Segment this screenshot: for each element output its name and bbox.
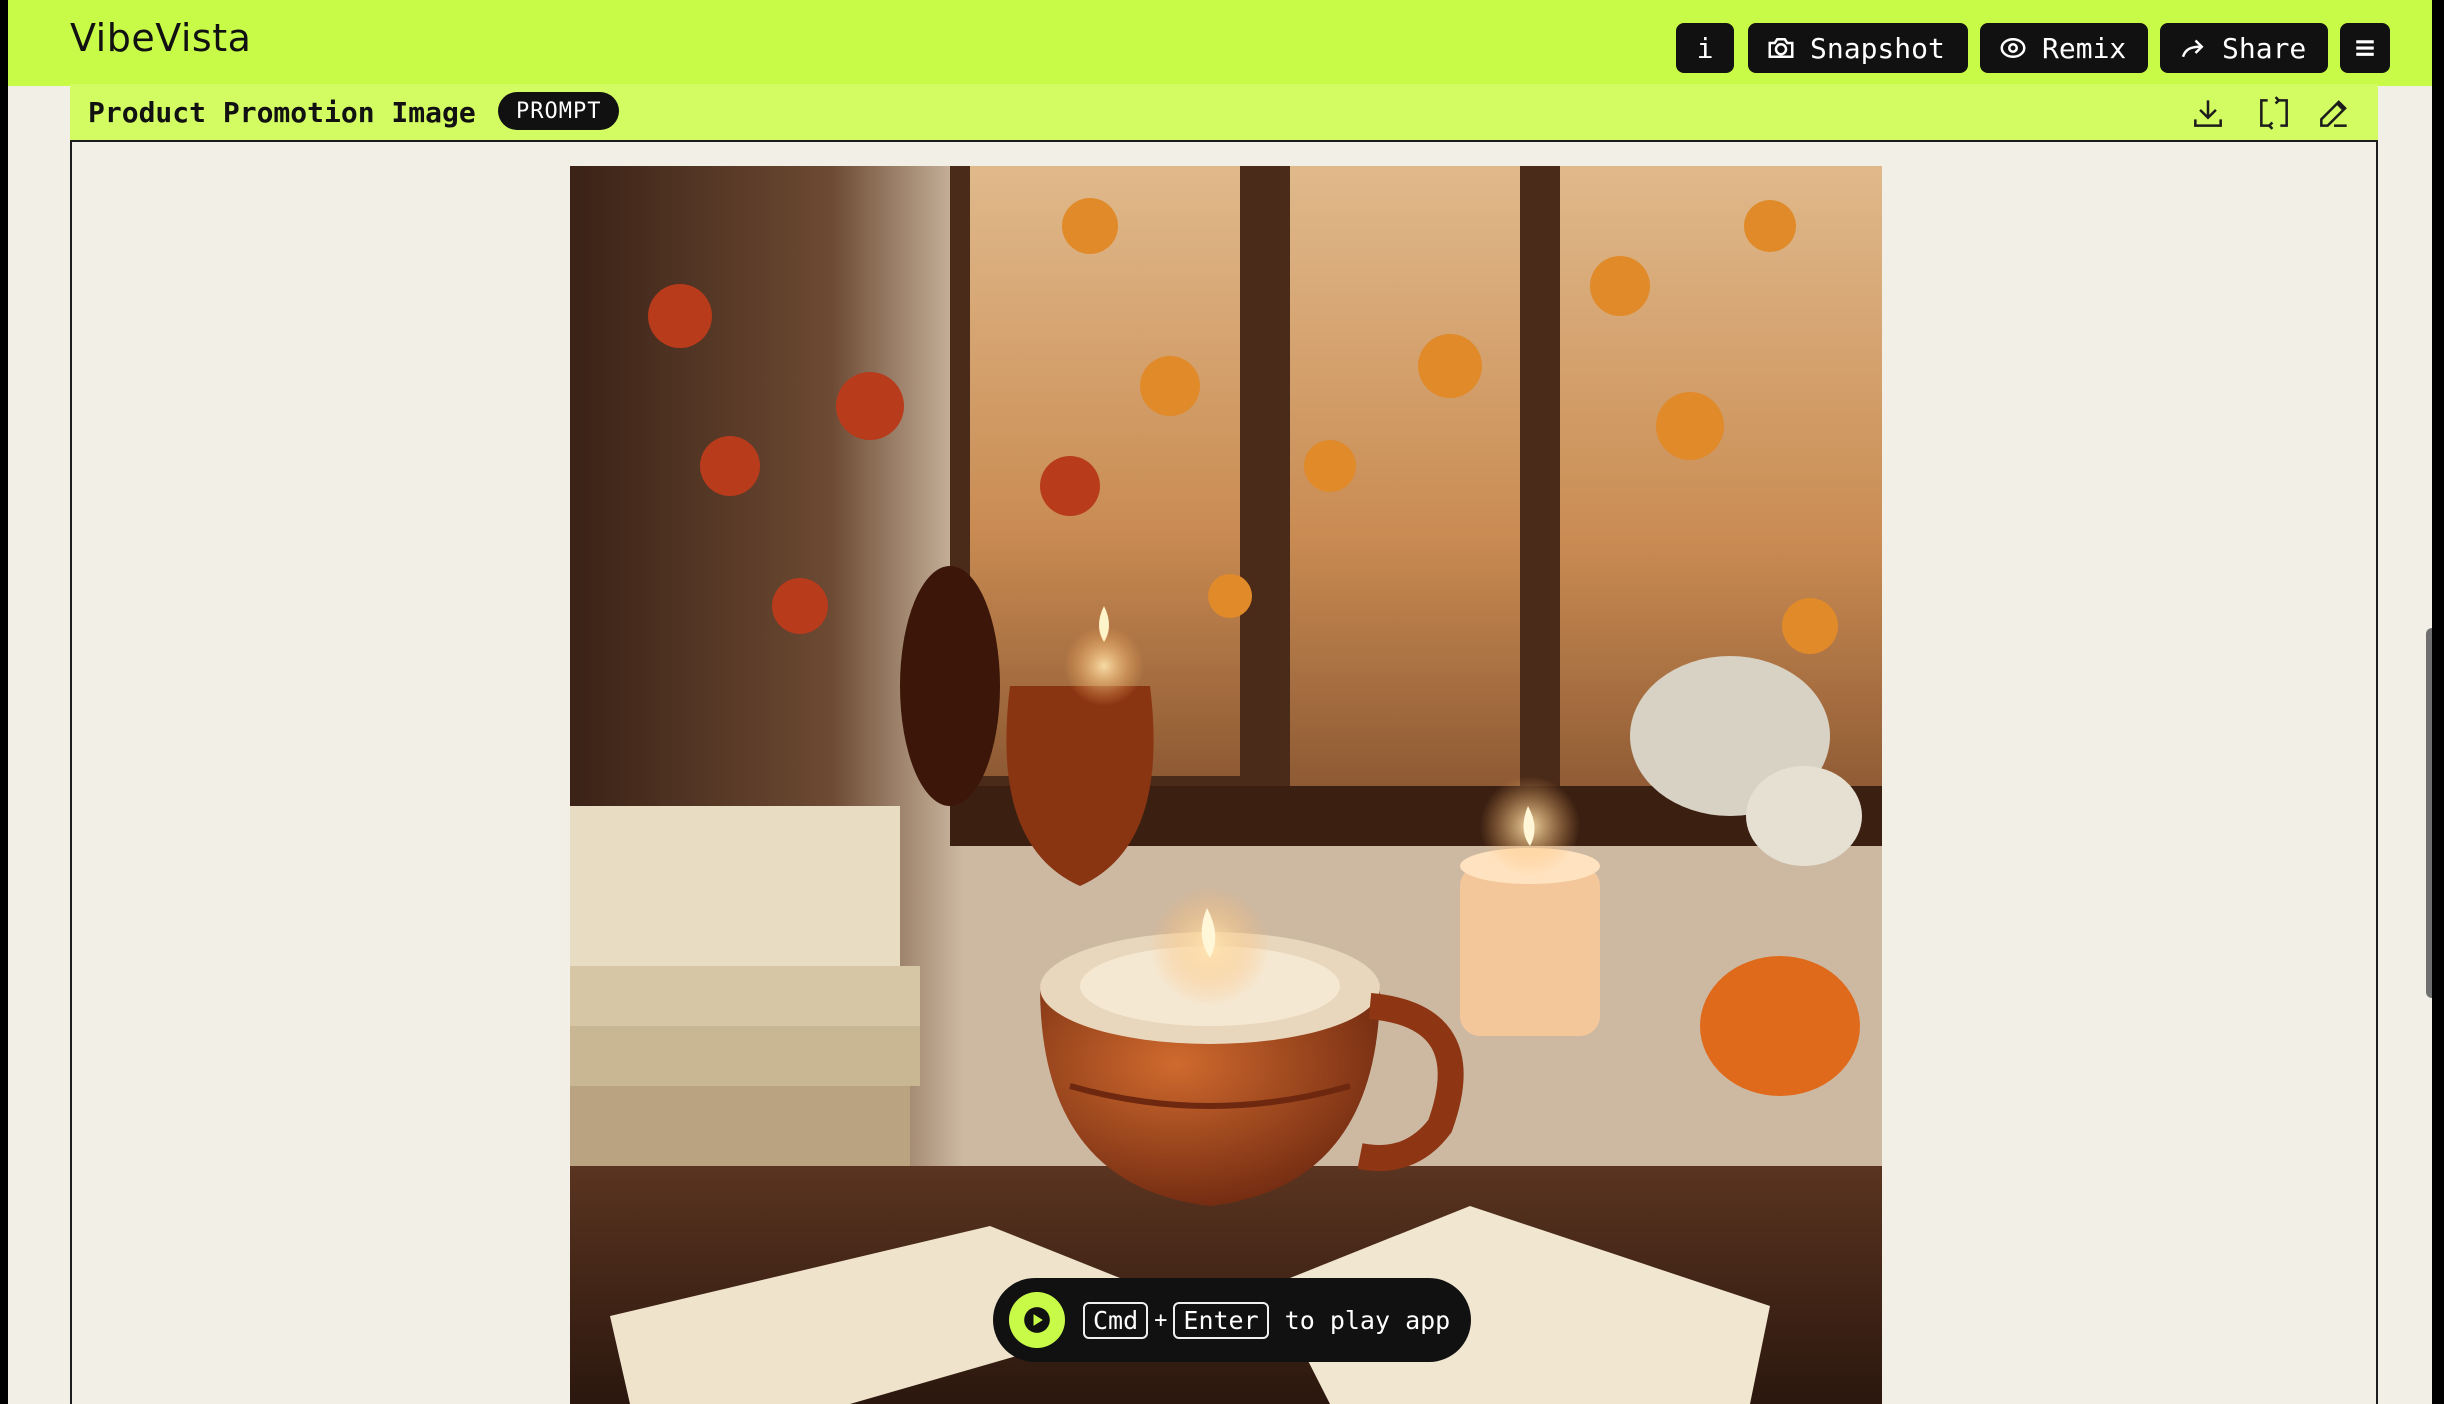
- snapshot-label: Snapshot: [1810, 31, 1945, 65]
- card-title: Product Promotion Image: [88, 96, 476, 129]
- plus-sign: +: [1154, 1307, 1168, 1333]
- product-image: [570, 166, 1882, 1404]
- menu-button[interactable]: [2340, 23, 2390, 73]
- remix-label: Remix: [2042, 31, 2127, 65]
- scrollbar-thumb[interactable]: [2426, 628, 2432, 998]
- info-button[interactable]: i: [1676, 23, 1734, 73]
- play-hint-text: to play app: [1284, 1305, 1451, 1335]
- info-icon: i: [1696, 31, 1714, 65]
- snapshot-button[interactable]: Snapshot: [1748, 23, 1968, 73]
- play-icon: [1024, 1307, 1050, 1333]
- play-button[interactable]: [1009, 1292, 1065, 1348]
- cmd-key: Cmd: [1083, 1301, 1149, 1339]
- camera-icon: [1766, 33, 1796, 63]
- refresh-icon[interactable]: [2254, 94, 2294, 132]
- share-arrow-icon: [2178, 33, 2208, 63]
- hamburger-menu-icon: [2350, 33, 2380, 63]
- remix-icon: [1998, 33, 2028, 63]
- prompt-badge[interactable]: PROMPT: [498, 92, 620, 130]
- top-bar: VibeVista i Snapshot Remix Share: [8, 0, 2432, 86]
- enter-key: Enter: [1173, 1301, 1269, 1339]
- share-label: Share: [2222, 31, 2307, 65]
- card-header: Product Promotion Image PROMPT: [70, 84, 2378, 142]
- app-window: VibeVista i Snapshot Remix Share /* re-p…: [8, 0, 2432, 1404]
- edit-icon[interactable]: [2314, 94, 2354, 132]
- share-button[interactable]: Share: [2160, 23, 2328, 73]
- download-icon[interactable]: [2188, 94, 2228, 132]
- app-title[interactable]: VibeVista: [70, 16, 251, 60]
- remix-button[interactable]: Remix: [1980, 23, 2148, 73]
- play-app-hint: Cmd + Enter to play app: [993, 1278, 1471, 1362]
